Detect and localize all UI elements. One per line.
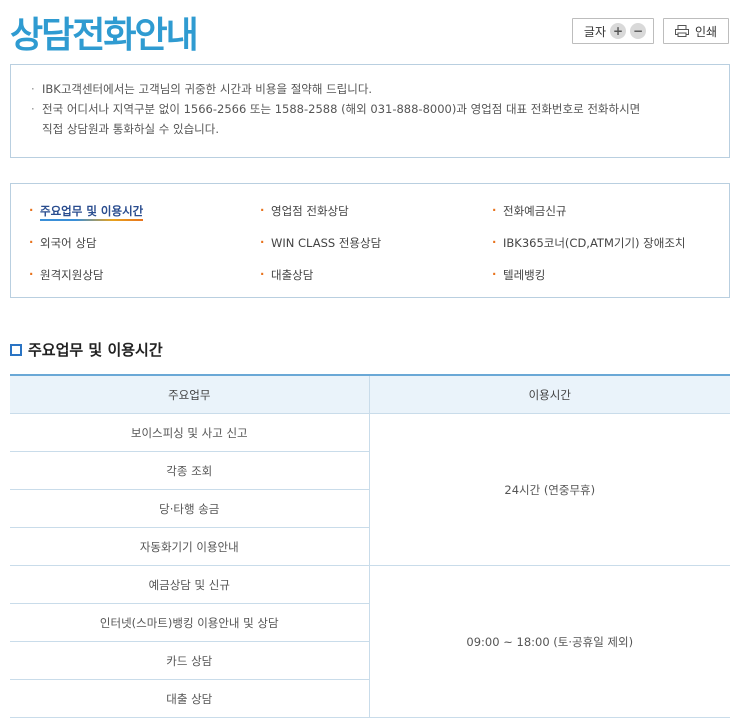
section-title: 주요업무 및 이용시간 [10,339,163,360]
table-row: 보이스피싱 및 사고 신고 24시간 (연중무휴) [10,413,730,566]
toolbar: 글자 + − 인쇄 [571,18,729,44]
info-item: IBK고객센터에서는 고객님의 귀중한 시간과 비용을 절약해 드립니다. [31,79,709,99]
link-remote-support[interactable]: 원격지원상담 [29,267,103,283]
link-foreign-language[interactable]: 외국어 상담 [29,235,97,251]
info-text: 전국 어디서나 지역구분 없이 1566-2566 또는 1588-2588 (… [42,102,641,116]
hours-cell: 24시간 (연중무휴) [368,413,730,566]
page: 상담전화안내 글자 + − 인쇄 IBK고객센터에서는 고객님의 귀중한 시간과… [0,0,737,718]
info-text: IBK고객센터에서는 고객님의 귀중한 시간과 비용을 절약해 드립니다. [42,82,373,96]
task-cell: 카드 상담 [10,641,369,680]
section-title-text: 주요업무 및 이용시간 [28,341,163,359]
task-cell: 인터넷(스마트)뱅킹 이용안내 및 상담 [10,603,369,642]
info-item: 전국 어디서나 지역구분 없이 1566-2566 또는 1588-2588 (… [31,99,709,139]
print-label: 인쇄 [694,24,718,39]
table-row: 예금상담 및 신규 09:00 ~ 18:00 (토·공휴일 제외) [10,565,730,718]
link-phone-deposit[interactable]: 전화예금신규 [492,203,566,219]
service-hours-table: 주요업무 이용시간 보이스피싱 및 사고 신고 24시간 (연중무휴) 각종 조… [10,374,730,718]
task-cell: 각종 조회 [10,451,369,490]
table-header-row: 주요업무 이용시간 [10,374,730,414]
task-cell: 자동화기기 이용안내 [10,527,369,566]
link-telebanking[interactable]: 텔레뱅킹 [492,267,545,283]
link-ibk365-corner[interactable]: IBK365코너(CD,ATM기기) 장애조치 [492,235,686,251]
link-loan[interactable]: 대출상담 [260,267,313,283]
font-increase-button[interactable]: + [610,23,626,39]
print-button[interactable]: 인쇄 [663,18,729,44]
printer-icon [674,25,689,37]
link-main-services[interactable]: 주요업무 및 이용시간 [29,203,144,221]
info-box: IBK고객센터에서는 고객님의 귀중한 시간과 비용을 절약해 드립니다. 전국… [10,64,730,158]
column-header: 주요업무 [10,374,369,414]
task-cell: 보이스피싱 및 사고 신고 [10,413,369,452]
font-decrease-button[interactable]: − [630,23,646,39]
page-title: 상담전화안내 [10,15,199,56]
link-win-class[interactable]: WIN CLASS 전용상담 [260,235,381,251]
link-branch-phone[interactable]: 영업점 전화상담 [260,203,349,219]
column-header: 이용시간 [368,374,730,414]
square-bullet-icon [10,343,22,356]
quick-links: 주요업무 및 이용시간 영업점 전화상담 전화예금신규 외국어 상담 WIN C… [10,183,730,298]
font-size-control: 글자 + − [571,18,654,44]
hours-cell: 09:00 ~ 18:00 (토·공휴일 제외) [368,565,730,718]
task-cell: 예금상담 및 신규 [10,565,369,604]
info-text: 직접 상담원과 통화하실 수 있습니다. [42,122,219,136]
task-cell: 대출 상담 [10,679,369,718]
task-cell: 당·타행 송금 [10,489,369,528]
font-size-label: 글자 [583,24,606,39]
